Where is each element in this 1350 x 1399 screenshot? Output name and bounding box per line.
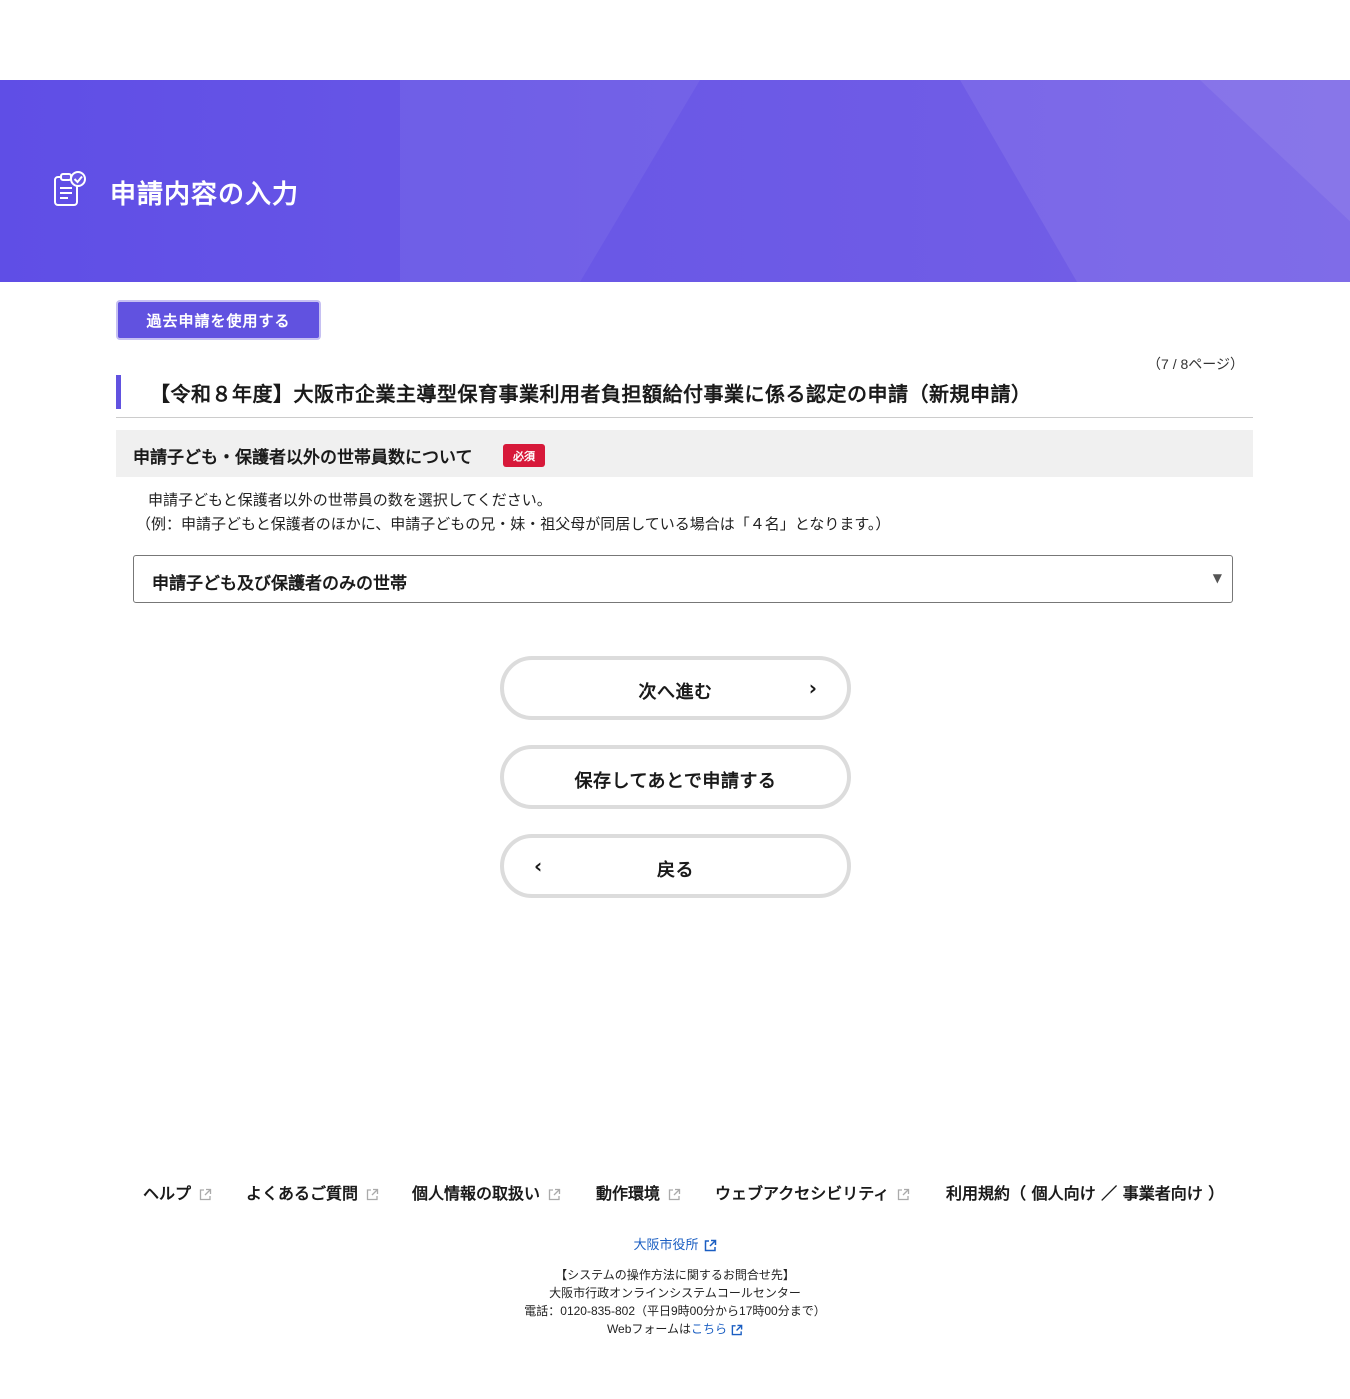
footer-link-environment[interactable]: 動作環境 [596,1180,681,1204]
external-link-icon [898,1188,910,1201]
back-button[interactable]: ‹ 戻る [500,834,851,898]
household-members-select[interactable]: 申請子ども及び保護者のみの世帯 ▼ [133,555,1233,603]
external-link-icon [704,1239,716,1252]
chevron-right-icon: › [808,676,817,700]
reuse-past-application-button[interactable]: 過去申請を使用する [116,300,321,340]
save-button-label: 保存してあとで申請する [574,771,777,792]
form-title-accent [116,375,121,409]
footer-link-terms[interactable]: 利用規約（ 個人向け ／ 事業者向け ） [946,1180,1224,1204]
caret-down-icon: ▼ [1212,571,1222,585]
checklist-icon [54,171,86,206]
question-header: 申請子ども・保護者以外の世帯員数について 必須 [116,430,1253,477]
osaka-city-link[interactable]: 大阪市役所 [0,1234,1350,1253]
form-title: 【令和８年度】大阪市企業主導型保育事業利用者負担額給付事業に係る認定の申請（新規… [150,382,1032,406]
question-title: 申請子ども・保護者以外の世帯員数について [133,448,473,468]
next-button[interactable]: 次へ進む › [500,656,851,720]
save-for-later-button[interactable]: 保存してあとで申請する [500,745,851,809]
divider [116,417,1253,418]
next-button-label: 次へ進む [638,682,713,703]
webform-link[interactable]: こちら [691,1322,727,1336]
footer-link-privacy[interactable]: 個人情報の取扱い [412,1180,561,1204]
contact-phone: 電話：0120-835-802（平日9時00分から17時00分まで） [524,1304,826,1318]
external-link-icon [548,1188,561,1201]
page-title: 申請内容の入力 [110,180,300,210]
select-value: 申請子ども及び保護者のみの世帯 [152,574,407,594]
webform-line: Webフォームはこちら [0,1320,1350,1337]
back-button-label: 戻る [657,860,694,881]
question-description: 申請子どもと保護者以外の世帯員の数を選択してください。 [148,491,552,509]
footer-link-faq[interactable]: よくあるご質問 [246,1180,379,1204]
footer-link-accessibility[interactable]: ウェブアクセシビリティ [715,1180,910,1204]
contact-heading: 【システムの操作方法に関するお問合せ先】 [555,1268,795,1282]
contact-center-name: 大阪市行政オンラインシステムコールセンター [549,1286,801,1300]
page-indicator: （7 / 8ページ） [1147,356,1244,372]
footer-link-help[interactable]: ヘルプ [143,1180,212,1204]
hero-decoration [400,80,700,282]
external-link-icon [668,1188,681,1201]
required-badge: 必須 [503,444,545,467]
external-link-icon [731,1324,743,1336]
question-example: （例：申請子どもと保護者のほかに、申請子どもの兄・妹・祖父母が同居している場合は… [136,515,891,533]
external-link-icon [199,1188,212,1201]
footer-links: ヘルプ よくあるご質問 個人情報の取扱い 動作環境 ウェブアクセシビリティ 利用… [0,1180,1350,1204]
external-link-icon [366,1188,379,1201]
